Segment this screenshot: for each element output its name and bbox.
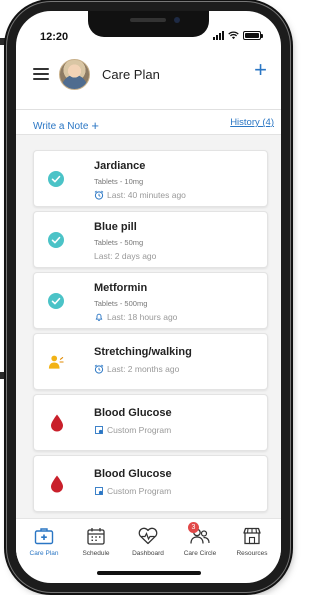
tab-care-plan[interactable]: Care Plan <box>20 526 68 557</box>
bell-icon <box>95 313 103 322</box>
notes-bar: Write a Note + History (4) <box>16 117 281 133</box>
alarm-clock-icon <box>94 364 104 374</box>
tab-schedule[interactable]: Schedule <box>72 526 120 557</box>
card-title: Blood Glucose <box>94 407 172 419</box>
card-title: Stretching/walking <box>94 346 192 358</box>
card-meta: Last: 18 hours ago <box>94 312 177 322</box>
check-circle-icon <box>48 171 64 187</box>
tab-dashboard[interactable]: Dashboard <box>124 526 172 557</box>
plus-icon[interactable]: + <box>254 59 267 81</box>
hamburger-icon[interactable] <box>33 68 49 80</box>
card-title: Jardiance <box>94 160 146 172</box>
card-title: Blue pill <box>94 221 137 233</box>
first-aid-kit-icon <box>34 528 54 545</box>
tab-label: Schedule <box>82 550 110 557</box>
card-meta: Last: 2 days ago <box>94 251 156 261</box>
camera <box>174 17 180 23</box>
home-indicator <box>97 571 201 575</box>
alarm-clock-icon <box>94 190 104 200</box>
avatar[interactable] <box>59 59 90 90</box>
speaker <box>130 18 166 22</box>
divider <box>16 109 281 110</box>
card-subtitle: Tablets - 500mg <box>94 299 148 308</box>
card-title: Metformin <box>94 282 148 294</box>
tab-label: Care Circle <box>183 550 217 557</box>
card-meta: Last: 2 months ago <box>94 364 179 374</box>
card-meta-text: Last: 18 hours ago <box>107 312 178 322</box>
card-subtitle: Tablets - 50mg <box>94 238 144 247</box>
write-note-button[interactable]: Write a Note + <box>33 117 99 133</box>
notification-badge: 3 <box>188 522 199 533</box>
blood-drop-icon <box>51 414 63 432</box>
card-meta-text: Last: 2 days ago <box>94 251 157 261</box>
status-icons <box>213 31 263 40</box>
custom-program-icon <box>95 426 103 434</box>
care-plan-card[interactable]: Stretching/walking Last: 2 months ago <box>33 333 268 390</box>
card-meta: Custom Program <box>94 425 171 435</box>
tab-label: Dashboard <box>132 550 164 557</box>
card-meta: Last: 40 minutes ago <box>94 190 186 200</box>
phone-frame: 12:20 Care Plan + Write a Note + History … <box>7 2 290 592</box>
tab-label: Care Plan <box>29 550 59 557</box>
tab-care-circle[interactable]: 3 Care Circle <box>176 522 224 557</box>
card-subtitle: Tablets - 10mg <box>94 177 144 186</box>
history-link[interactable]: History (4) <box>230 117 274 128</box>
care-plan-list: Jardiance Tablets - 10mg Last: 40 minute… <box>16 134 281 518</box>
care-plan-card[interactable]: Blue pill Tablets - 50mg Last: 2 days ag… <box>33 211 268 268</box>
app-screen: 12:20 Care Plan + Write a Note + History … <box>16 11 281 583</box>
battery-icon <box>243 31 263 40</box>
tab-label: Resources <box>236 550 268 557</box>
storefront-icon <box>243 527 261 545</box>
custom-program-icon <box>95 487 103 495</box>
card-title: Blood Glucose <box>94 468 172 480</box>
card-meta-text: Last: 40 minutes ago <box>107 190 186 200</box>
care-plan-card[interactable]: Blood Glucose Custom Program <box>33 394 268 451</box>
tab-resources[interactable]: Resources <box>228 526 276 557</box>
care-plan-card[interactable]: Metformin Tablets - 500mg Last: 18 hours… <box>33 272 268 329</box>
card-meta-text: Custom Program <box>107 486 172 496</box>
calendar-icon <box>87 528 105 545</box>
signal-icon <box>213 31 224 40</box>
app-header: Care Plan + <box>16 55 281 95</box>
person-activity-icon <box>48 355 64 369</box>
heart-monitor-icon <box>138 527 158 545</box>
card-meta-text: Last: 2 months ago <box>107 364 180 374</box>
plus-icon: + <box>91 118 99 133</box>
status-time: 12:20 <box>40 31 69 43</box>
care-plan-card[interactable]: Blood Glucose Custom Program <box>33 455 268 512</box>
page-title: Care Plan <box>102 67 160 82</box>
notch <box>88 11 209 37</box>
check-circle-icon <box>48 232 64 248</box>
write-note-label: Write a Note <box>33 121 89 132</box>
care-plan-card[interactable]: Jardiance Tablets - 10mg Last: 40 minute… <box>33 150 268 207</box>
wifi-icon <box>228 31 239 40</box>
card-meta: Custom Program <box>94 486 171 496</box>
card-meta-text: Custom Program <box>107 425 172 435</box>
check-circle-icon <box>48 293 64 309</box>
blood-drop-icon <box>51 475 63 493</box>
bottom-nav: Care Plan Schedule Dashboard 3 Care Circ… <box>16 518 281 564</box>
